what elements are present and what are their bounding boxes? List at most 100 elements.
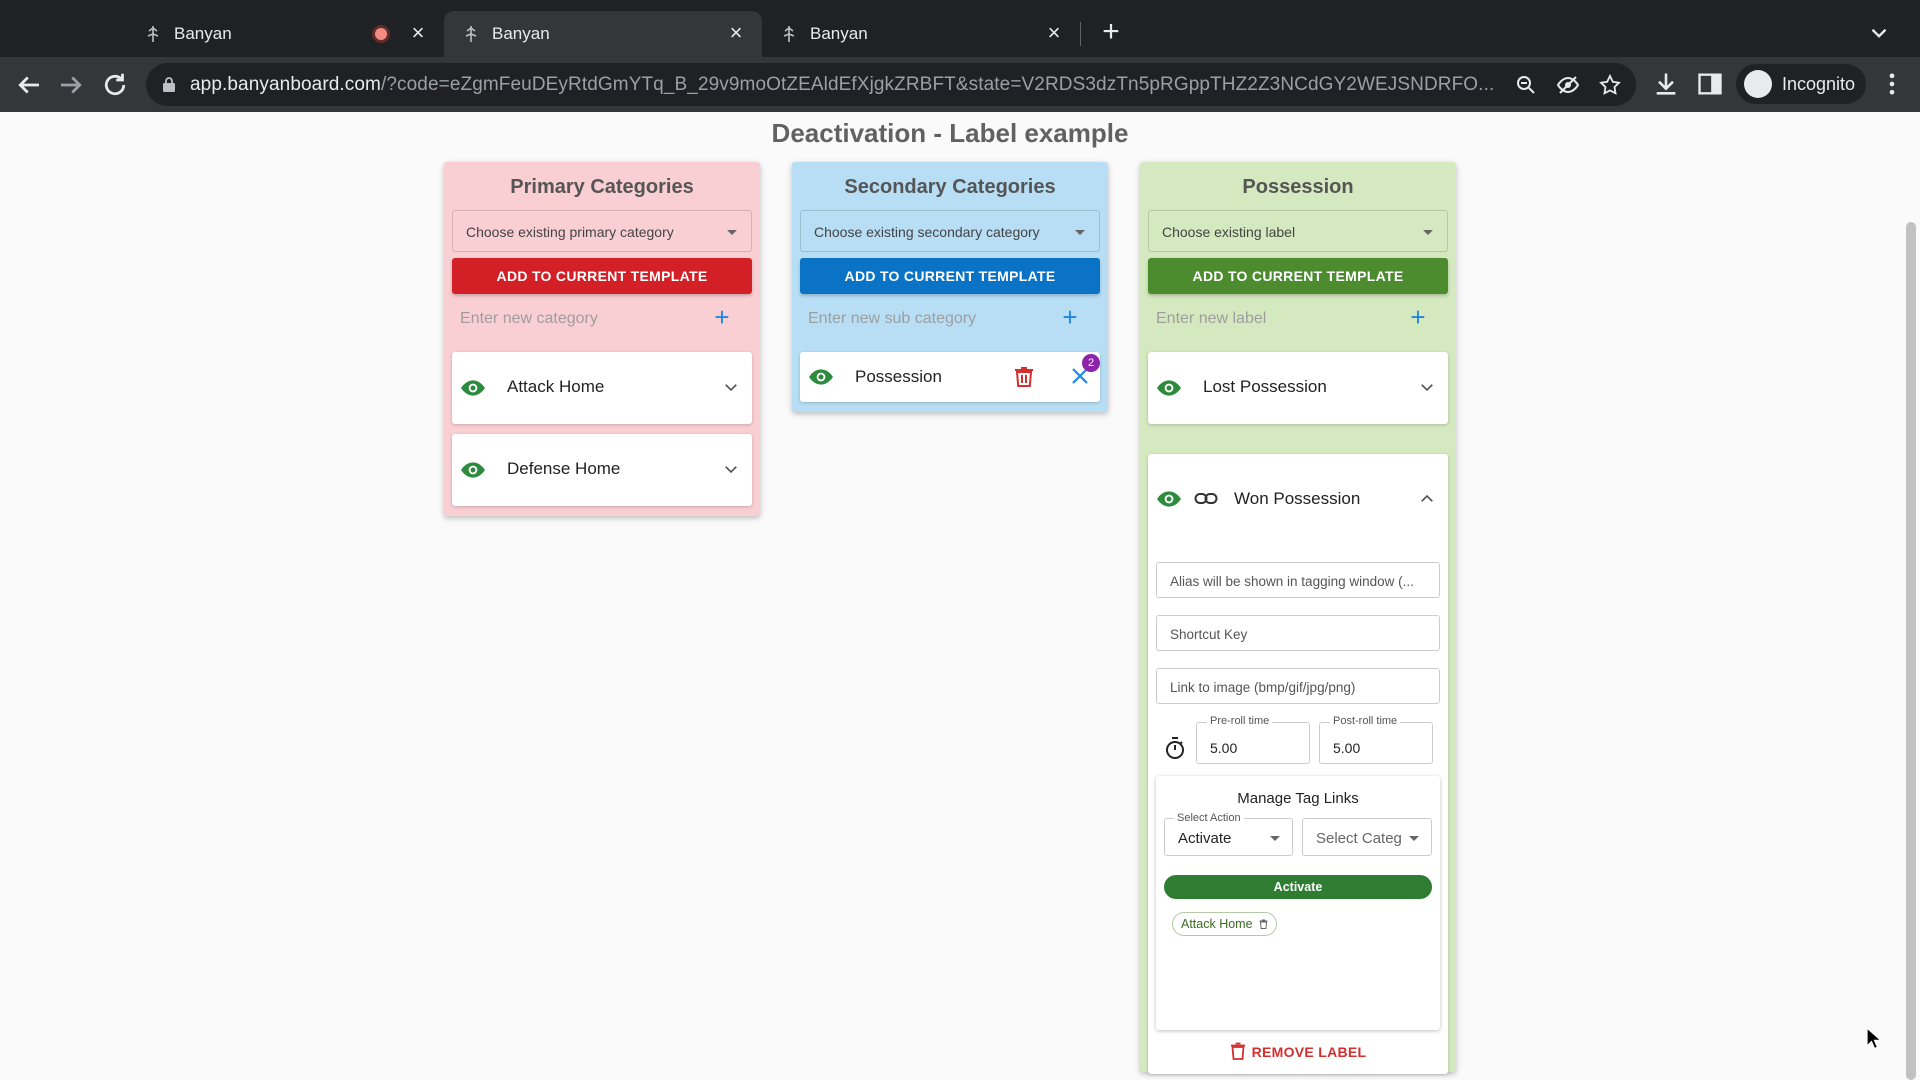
tab-close-icon[interactable]: × — [724, 21, 748, 45]
possession-label-select[interactable]: Choose existing label — [1148, 210, 1448, 252]
link-count-badge: 2 — [1082, 354, 1100, 372]
select-action-value: Activate — [1178, 830, 1232, 847]
image-placeholder: Link to image (bmp/gif/jpg/png) — [1170, 680, 1356, 695]
add-label-to-template-button[interactable]: ADD TO CURRENT TEMPLATE — [1148, 258, 1448, 294]
expand-chevron-icon[interactable] — [722, 378, 740, 396]
post-roll-time-field[interactable]: Post-roll time 5.00 — [1319, 715, 1433, 764]
activate-button[interactable]: Activate — [1164, 875, 1432, 899]
category-card-attack-home[interactable]: Attack Home — [452, 352, 752, 424]
visibility-eye-icon[interactable] — [1156, 375, 1182, 401]
new-category-input[interactable] — [460, 302, 700, 336]
visibility-eye-icon[interactable] — [460, 375, 486, 401]
pre-roll-time-field[interactable]: Pre-roll time 5.00 — [1196, 715, 1310, 764]
bookmark-star-icon[interactable] — [1598, 73, 1622, 97]
image-link-input[interactable]: Link to image (bmp/gif/jpg/png) — [1156, 668, 1440, 704]
tab-separator — [1080, 22, 1081, 46]
secondary-category-select[interactable]: Choose existing secondary category — [800, 210, 1100, 252]
possession-panel: Possession Choose existing label ADD TO … — [1140, 162, 1456, 1074]
expand-chevron-icon[interactable] — [722, 460, 740, 478]
chip-label: Attack Home — [1181, 917, 1253, 931]
url-text[interactable]: app.banyanboard.com/?code=eZgmFeuDEyRtdG… — [190, 74, 1494, 96]
timer-icon — [1166, 737, 1184, 759]
banyan-favicon-icon — [783, 26, 795, 42]
dropdown-caret-icon — [1075, 230, 1085, 235]
new-label-input[interactable] — [1156, 302, 1396, 336]
tag-links-title: Manage Tag Links — [1237, 790, 1359, 807]
zoom-icon[interactable] — [1514, 73, 1538, 97]
panel-title: Primary Categories — [510, 176, 694, 198]
delete-trash-icon[interactable] — [1014, 366, 1034, 388]
dropdown-caret-icon — [1423, 230, 1433, 235]
visibility-eye-icon[interactable] — [1156, 486, 1182, 512]
visibility-eye-icon[interactable] — [460, 457, 486, 483]
remove-label-text: REMOVE LABEL — [1251, 1044, 1367, 1060]
tab-close-icon[interactable]: × — [406, 21, 430, 45]
panel-title: Secondary Categories — [844, 176, 1056, 198]
add-label-plus-icon[interactable]: + — [1406, 304, 1430, 330]
tab-banyan-2[interactable]: Banyan × — [444, 11, 762, 57]
select-category-dropdown[interactable]: Select Categ — [1302, 818, 1432, 856]
new-sub-category-input[interactable] — [808, 302, 980, 336]
back-arrow-icon[interactable] — [14, 70, 44, 100]
alias-input[interactable]: Alias will be shown in tagging window (.… — [1156, 562, 1440, 598]
banyan-favicon-icon — [465, 26, 477, 42]
select-placeholder: Choose existing primary category — [466, 224, 674, 240]
eye-slash-icon[interactable] — [1556, 73, 1580, 97]
tab-banyan-1[interactable]: Banyan × — [126, 11, 444, 57]
tab-close-icon[interactable]: × — [1042, 21, 1066, 45]
select-category-placeholder: Select Categ — [1316, 830, 1402, 847]
tag-link-chip[interactable]: Attack Home — [1172, 912, 1278, 936]
category-card-defense-home[interactable]: Defense Home — [452, 434, 752, 506]
label-card-won-possession: Won Possession Alias will be shown in ta… — [1148, 454, 1448, 1074]
add-sub-category-plus-icon[interactable]: + — [1058, 304, 1082, 330]
secondary-categories-panel: Secondary Categories Choose existing sec… — [792, 162, 1108, 412]
reload-icon[interactable] — [100, 70, 130, 100]
post-roll-label: Post-roll time — [1330, 715, 1401, 727]
address-bar[interactable]: app.banyanboard.com/?code=eZgmFeuDEyRtdG… — [146, 63, 1636, 106]
chip-delete-icon[interactable] — [1259, 919, 1268, 929]
pre-roll-value: 5.00 — [1210, 740, 1238, 756]
link-icon[interactable] — [1194, 488, 1218, 510]
label-name: Lost Possession — [1203, 377, 1327, 396]
kebab-menu-icon[interactable] — [1878, 70, 1906, 98]
pre-roll-label: Pre-roll time — [1207, 715, 1273, 727]
label-card-lost-possession[interactable]: Lost Possession — [1148, 352, 1448, 424]
add-secondary-to-template-button[interactable]: ADD TO CURRENT TEMPLATE — [800, 258, 1100, 294]
lock-icon[interactable] — [162, 76, 176, 93]
shortcut-key-input[interactable]: Shortcut Key — [1156, 615, 1440, 651]
url-path: /?code=eZgmFeuDEyRtdGmYTq_B_29v9moOtZEAl… — [380, 74, 1495, 95]
url-domain: app.banyanboard.com — [190, 74, 381, 95]
incognito-icon — [1744, 70, 1772, 98]
forward-arrow-icon[interactable] — [56, 70, 86, 100]
collapse-chevron-icon[interactable] — [1418, 490, 1436, 508]
remove-label-button[interactable]: REMOVE LABEL — [1148, 1042, 1448, 1068]
manage-tag-links-panel: Manage Tag Links Select Action Activate … — [1156, 776, 1440, 1030]
tab-title: Banyan — [810, 24, 868, 43]
primary-category-select[interactable]: Choose existing primary category — [452, 210, 752, 252]
scrollbar-thumb[interactable] — [1906, 222, 1916, 1080]
incognito-profile-button[interactable]: Incognito — [1736, 64, 1866, 104]
dropdown-caret-icon — [1270, 836, 1280, 841]
browser-toolbar: app.banyanboard.com/?code=eZgmFeuDEyRtdG… — [0, 57, 1920, 112]
tab-search-chevron-icon[interactable] — [1866, 20, 1892, 46]
add-category-plus-icon[interactable]: + — [710, 304, 734, 330]
category-label: Attack Home — [507, 377, 605, 396]
page-title: Deactivation - Label example — [771, 118, 1129, 148]
expand-chevron-icon[interactable] — [1418, 378, 1436, 396]
sub-category-label: Possession — [855, 367, 942, 386]
visibility-eye-icon[interactable] — [808, 364, 834, 390]
shortcut-placeholder: Shortcut Key — [1170, 627, 1248, 642]
sub-category-card-possession[interactable]: Possession 2 — [800, 352, 1100, 402]
add-primary-to-template-button[interactable]: ADD TO CURRENT TEMPLATE — [452, 258, 752, 294]
tab-title: Banyan — [492, 24, 550, 43]
tab-banyan-3[interactable]: Banyan × — [762, 11, 1080, 57]
download-icon[interactable] — [1652, 70, 1680, 98]
tab-title: Banyan — [174, 24, 232, 43]
tab-strip: Banyan × Banyan × Banyan × + — [0, 0, 1920, 57]
side-panel-icon[interactable] — [1696, 70, 1724, 98]
new-tab-button[interactable]: + — [1096, 17, 1126, 48]
roll-time-row: Pre-roll time 5.00 Post-roll time 5.00 — [1156, 715, 1440, 766]
select-action-dropdown[interactable]: Select Action Activate — [1164, 812, 1293, 856]
recording-indicator-icon — [372, 25, 390, 43]
category-label: Defense Home — [507, 459, 621, 478]
